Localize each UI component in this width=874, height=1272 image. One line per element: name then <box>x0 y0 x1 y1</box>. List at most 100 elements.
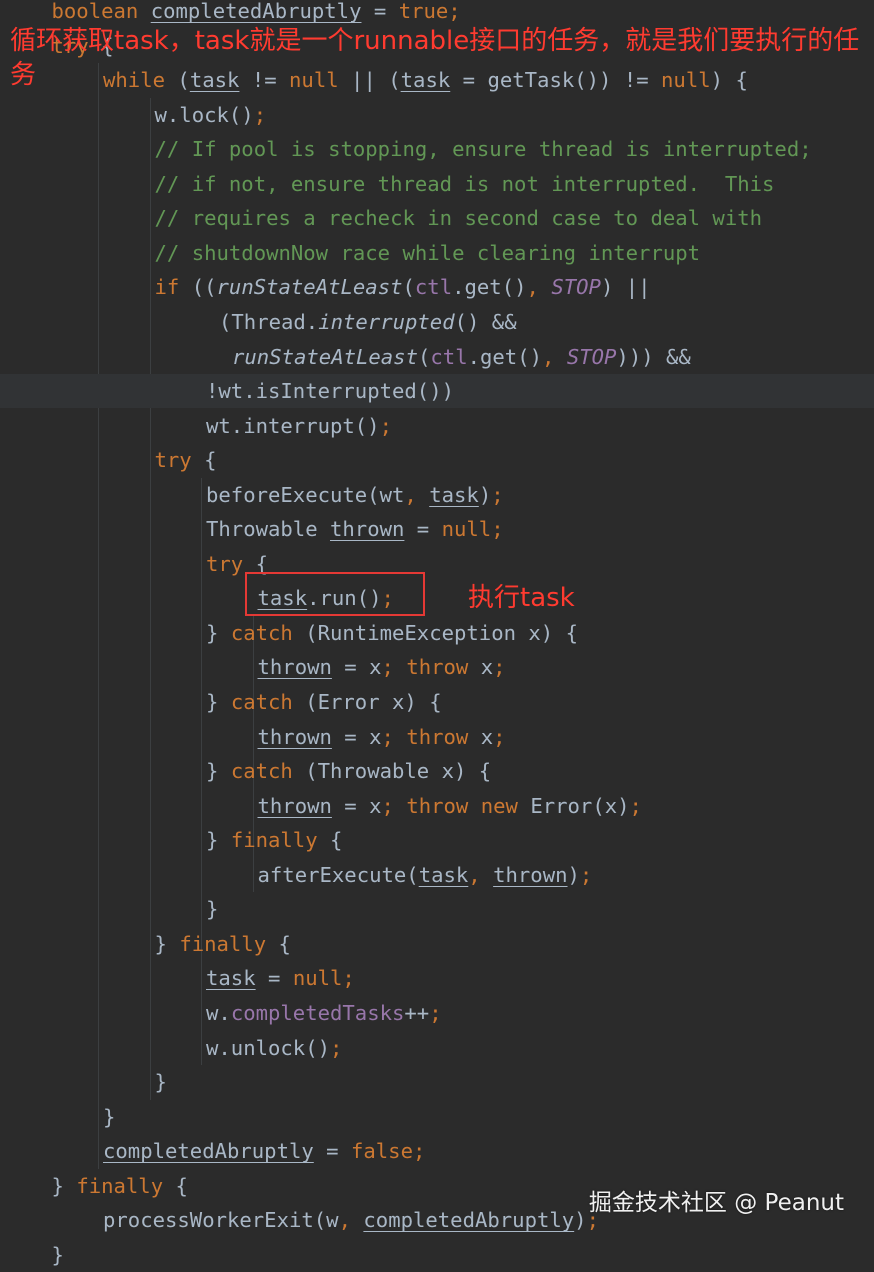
task-run-highlight-box <box>245 572 425 616</box>
code-token: ; <box>381 724 407 749</box>
code-line: !wt.isInterrupted()) <box>0 374 874 409</box>
code-line: task = null; <box>0 961 874 995</box>
code-token: ; <box>448 0 461 23</box>
code-token: } <box>206 897 219 922</box>
code-line: } <box>0 892 874 926</box>
code-token: w.lock() <box>154 102 254 127</box>
code-token: { <box>163 1173 188 1198</box>
code-token: ; <box>493 724 506 749</box>
code-token: throw new <box>406 793 518 818</box>
code-token: finally <box>179 931 267 956</box>
code-token: w.unlock() <box>206 1035 330 1060</box>
code-token: catch <box>230 690 293 714</box>
code-token: runStateAtLeast <box>232 344 418 369</box>
code-token: ; <box>330 1035 343 1060</box>
code-token: (Throwable x) { <box>292 759 492 784</box>
code-line: } <box>0 1065 874 1099</box>
code-token: if <box>154 275 180 300</box>
code-token: = x <box>331 724 382 749</box>
code-token: } <box>103 1104 116 1129</box>
code-token: interrupted <box>318 309 455 334</box>
code-token: , <box>526 275 552 300</box>
code-line: // shutdownNow race while clearing inter… <box>0 236 874 270</box>
code-line: thrown = x; throw x; <box>0 650 874 684</box>
code-token: ) <box>567 862 580 887</box>
code-line: completedAbruptly = false; <box>0 1134 874 1168</box>
code-token: thrown <box>257 793 332 818</box>
annotation-run-note: 执行task <box>468 583 575 613</box>
code-token: } <box>206 690 231 714</box>
code-token: ; <box>629 793 642 818</box>
code-token: thrown <box>330 517 405 542</box>
code-token: afterExecute( <box>257 862 419 887</box>
annotation-loop-note: 循环获取task，task就是一个runnable接口的任务，就是我们要执行的任… <box>10 26 860 90</box>
code-token: null <box>292 966 343 991</box>
code-line: beforeExecute(wt, task); <box>0 478 874 512</box>
code-line: Throwable thrown = null; <box>0 512 874 546</box>
code-token: x <box>468 655 494 680</box>
code-line: w.lock(); <box>0 98 874 132</box>
code-token: { <box>317 828 343 853</box>
code-token: task <box>418 862 469 887</box>
code-token: ( <box>402 275 415 300</box>
code-line: runStateAtLeast(ctl.get(), STOP))) && <box>0 340 874 374</box>
code-token: } <box>51 1242 64 1267</box>
code-token: { <box>266 931 291 956</box>
code-line: try { <box>0 443 874 477</box>
code-token: processWorkerExit(w <box>103 1208 339 1233</box>
code-token: ; <box>381 655 407 680</box>
code-line: } catch (Throwable x) { <box>0 754 874 788</box>
code-token: (( <box>179 275 217 300</box>
code-token: false <box>350 1139 413 1164</box>
code-line: try { <box>0 547 874 581</box>
code-line: thrown = x; throw x; <box>0 720 874 754</box>
code-token: ; <box>491 482 504 507</box>
code-token: , <box>404 482 430 507</box>
code-token: ; <box>412 1139 426 1164</box>
code-token: throw <box>406 655 469 680</box>
code-line: if ((runStateAtLeast(ctl.get(), STOP) || <box>0 270 874 304</box>
code-token: STOP <box>551 275 601 300</box>
code-token: = x <box>331 793 382 818</box>
code-token: ()) <box>416 379 454 404</box>
code-token: , <box>542 344 567 369</box>
code-token: (Thread. <box>219 309 319 334</box>
code-token: } <box>154 1070 167 1095</box>
code-token: catch <box>230 759 293 784</box>
code-line: } <box>0 1100 874 1134</box>
code-token: ; <box>253 102 267 127</box>
code-token: .get() <box>467 344 542 369</box>
code-token: // If pool is stopping, ensure thread is… <box>154 137 812 162</box>
code-token: ) || <box>600 275 651 300</box>
code-token: beforeExecute(wt <box>206 482 405 507</box>
code-token: ctl <box>430 344 468 369</box>
code-token: // requires a recheck in second case to … <box>154 206 763 231</box>
code-token: boolean <box>51 0 139 23</box>
code-token: catch <box>230 620 293 645</box>
code-token: runStateAtLeast <box>216 275 403 300</box>
code-token: Throwable <box>206 517 330 542</box>
code-token: wt.interrupt() <box>206 413 380 438</box>
code-token: (RuntimeException x) { <box>292 620 578 645</box>
code-token: ) <box>574 1208 587 1233</box>
code-token: thrown <box>257 724 332 749</box>
code-token: .get() <box>452 275 527 300</box>
code-line: // if not, ensure thread is not interrup… <box>0 167 874 201</box>
code-token: } <box>206 620 231 645</box>
code-token: ) <box>478 482 492 507</box>
code-token: ; <box>429 1000 442 1025</box>
code-token: finally <box>230 828 318 853</box>
code-line: task.run(); <box>0 581 874 615</box>
code-token: // shutdownNow race while clearing inter… <box>154 240 701 265</box>
code-token: ; <box>493 655 506 680</box>
code-token: task <box>429 482 479 507</box>
code-token: ; <box>379 413 392 438</box>
code-token: completedAbruptly <box>150 0 362 23</box>
code-token: isInterrupted <box>255 379 417 404</box>
code-token: task <box>206 966 256 991</box>
code-editor: boolean completedAbruptly = true; try {wh… <box>0 0 874 1267</box>
code-token: ))) && <box>616 344 691 369</box>
code-token: true <box>398 0 449 23</box>
code-token: completedAbruptly <box>363 1208 575 1233</box>
